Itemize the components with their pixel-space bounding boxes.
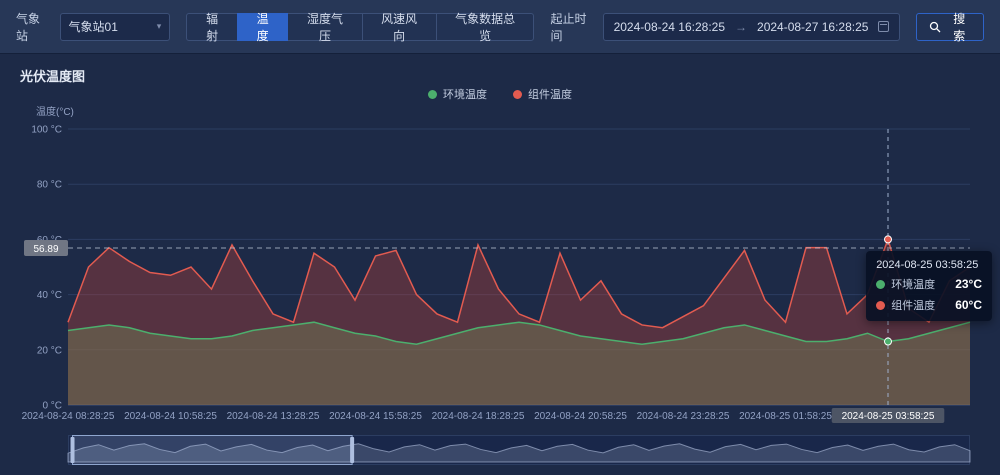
tab-temperature[interactable]: 温度 [237, 13, 289, 41]
topbar: 气象站 气象站01 ▾ 辐射 温度 湿度气压 风速风向 气象数据总览 起止时间 … [0, 0, 1000, 54]
x-tick-label: 2024-08-25 03:58:25 [842, 411, 935, 422]
chevron-down-icon: ▾ [157, 21, 162, 32]
station-select[interactable]: 气象站01 ▾ [60, 13, 171, 41]
time-range-group: 起止时间 2024-08-24 16:28:25 → 2024-08-27 16… [550, 10, 900, 44]
search-icon [929, 21, 941, 33]
main-content: 光伏温度图 环境温度 组件温度 0 °C20 °C40 °C60 °C80 °C… [0, 54, 1000, 465]
tooltip-module-dot-icon [876, 301, 885, 310]
tooltip-row-ambient: 环境温度 23°C [876, 276, 982, 292]
temperature-chart[interactable]: 0 °C20 °C40 °C60 °C80 °C100 °C温度(°C)2024… [20, 105, 980, 427]
legend-label-module: 组件温度 [528, 86, 572, 102]
tooltip-row-module: 组件温度 60°C [876, 297, 982, 313]
datazoom-handle-right[interactable] [350, 437, 354, 463]
ambient-highlight-dot [885, 338, 892, 345]
module-legend-dot-icon [513, 90, 522, 99]
tab-humidity-pressure[interactable]: 湿度气压 [287, 13, 362, 41]
tab-wind-speed-direction[interactable]: 风速风向 [362, 13, 437, 41]
x-tick-label: 2024-08-24 13:28:25 [227, 411, 320, 422]
search-button-label: 搜索 [947, 10, 971, 44]
time-range-label: 起止时间 [550, 10, 594, 44]
calendar-icon [878, 21, 889, 32]
tooltip-module-value: 60°C [941, 298, 982, 312]
tooltip-module-name: 组件温度 [891, 297, 935, 313]
module-highlight-dot [885, 236, 892, 243]
x-tick-label: 2024-08-24 23:28:25 [637, 411, 730, 422]
chart-tooltip: 2024-08-25 03:58:25 环境温度 23°C 组件温度 60°C [866, 251, 992, 321]
x-tick-label: 2024-08-24 08:28:25 [22, 411, 115, 422]
x-tick-label: 2024-08-24 10:58:25 [124, 411, 217, 422]
datazoom-slider[interactable] [68, 435, 970, 465]
x-tick-label: 2024-08-24 15:58:25 [329, 411, 422, 422]
start-time-value: 2024-08-24 16:28:25 [614, 20, 725, 34]
tab-radiation[interactable]: 辐射 [186, 13, 238, 41]
tooltip-title: 2024-08-25 03:58:25 [876, 259, 982, 271]
end-time-value: 2024-08-27 16:28:25 [757, 20, 868, 34]
metric-tabs: 辐射 温度 湿度气压 风速风向 气象数据总览 [186, 13, 534, 41]
y-tick-label: 40 °C [37, 290, 62, 301]
tooltip-ambient-name: 环境温度 [891, 276, 935, 292]
datazoom-handle-left[interactable] [71, 437, 75, 463]
y-tick-label: 80 °C [37, 180, 62, 191]
station-select-value: 气象站01 [69, 18, 118, 35]
chart-area: 0 °C20 °C40 °C60 °C80 °C100 °C温度(°C)2024… [20, 105, 980, 427]
ambient-legend-dot-icon [428, 90, 437, 99]
tooltip-ambient-dot-icon [876, 280, 885, 289]
range-arrow-icon: → [735, 20, 747, 34]
tab-weather-data-overview[interactable]: 气象数据总览 [436, 13, 535, 41]
y-tick-label: 0 °C [42, 401, 62, 412]
y-axis-name: 温度(°C) [36, 105, 74, 118]
legend-item-ambient-temperature[interactable]: 环境温度 [428, 86, 487, 102]
tooltip-ambient-value: 23°C [941, 277, 982, 291]
y-tick-label: 20 °C [37, 345, 62, 356]
legend-label-ambient: 环境温度 [443, 86, 487, 102]
page-title: 光伏温度图 [20, 66, 980, 85]
station-group: 气象站 气象站01 ▾ [16, 10, 170, 44]
legend-item-module-temperature[interactable]: 组件温度 [513, 86, 572, 102]
datazoom-selection[interactable] [73, 436, 353, 465]
search-button[interactable]: 搜索 [916, 13, 984, 41]
datazoom [68, 435, 970, 465]
x-tick-label: 2024-08-24 18:28:25 [432, 411, 525, 422]
chart-legend: 环境温度 组件温度 [20, 85, 980, 103]
marker-label: 56.89 [33, 244, 58, 255]
station-label: 气象站 [16, 10, 52, 44]
x-tick-label: 2024-08-24 20:58:25 [534, 411, 627, 422]
x-tick-label: 2024-08-25 01:58:25 [739, 411, 832, 422]
y-tick-label: 100 °C [31, 125, 62, 136]
time-range-picker[interactable]: 2024-08-24 16:28:25 → 2024-08-27 16:28:2… [603, 13, 901, 41]
